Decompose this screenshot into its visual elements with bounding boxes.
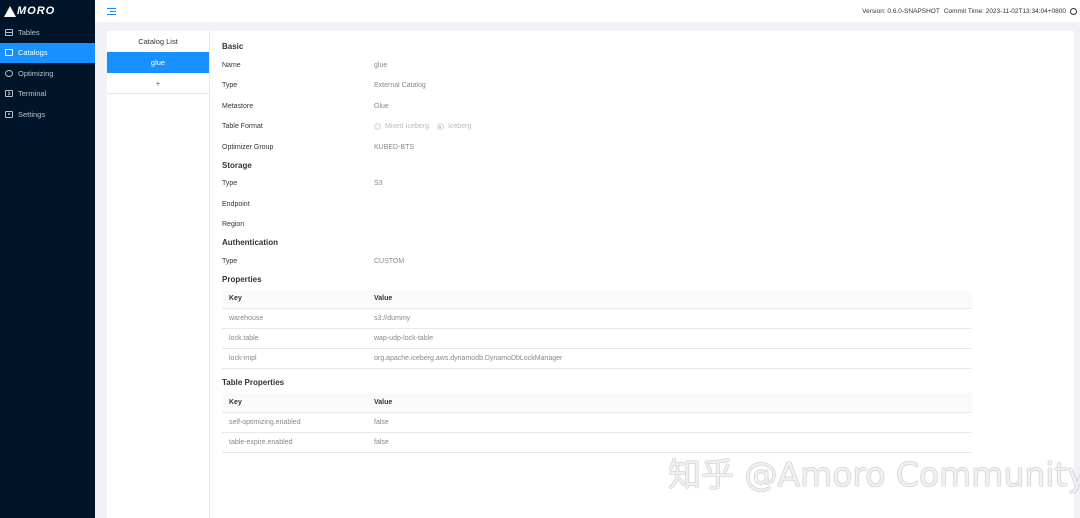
table-row: lock-impl org.apache.iceberg.aws.dynamod… bbox=[222, 348, 972, 369]
field-table-format: Table Format Mixed Iceberg Iceberg bbox=[222, 117, 982, 138]
property-key: lock.table bbox=[222, 328, 367, 349]
radio-label: Mixed Iceberg bbox=[385, 123, 429, 131]
catalog-list-title: Catalog List bbox=[138, 37, 178, 46]
sidebar-item-label: Tables bbox=[18, 27, 40, 37]
field-type: Type External Catalog bbox=[222, 76, 982, 97]
section-table-properties-title: Table Properties bbox=[222, 378, 285, 387]
table-icon bbox=[5, 28, 13, 36]
field-metastore: Metastore Glue bbox=[222, 96, 982, 117]
add-catalog-button[interactable]: + bbox=[107, 73, 209, 94]
catalog-list: Catalog List glue + bbox=[107, 31, 210, 518]
sidebar-item-label: Terminal bbox=[18, 89, 47, 98]
menu-fold-icon[interactable] bbox=[107, 7, 116, 15]
sidebar-item-label: Optimizing bbox=[18, 68, 54, 78]
property-value: false bbox=[367, 412, 972, 433]
logout-icon[interactable] bbox=[1070, 7, 1077, 15]
field-value: KUBED-BTS bbox=[374, 143, 415, 151]
column-header-key: Key bbox=[222, 289, 367, 309]
top-header: Version: 0.6.0-SNAPSHOT Commit Time: 202… bbox=[95, 0, 1080, 22]
field-auth-type: Type CUSTOM bbox=[222, 251, 982, 272]
properties-table: Key Value warehouse s3://dummy lock.tabl… bbox=[222, 289, 972, 369]
section-storage-title: Storage bbox=[222, 160, 252, 170]
property-key: table-expire.enabled bbox=[222, 432, 367, 453]
property-key: self-optimizing.enabled bbox=[222, 412, 367, 433]
field-value: External Catalog bbox=[374, 82, 426, 90]
field-label: Type bbox=[222, 257, 238, 265]
sidebar-item-optimizing[interactable]: Optimizing bbox=[0, 63, 95, 83]
radio-label: Iceberg bbox=[447, 123, 472, 131]
field-value: CUSTOM bbox=[374, 257, 405, 265]
sidebar-item-tables[interactable]: Tables bbox=[0, 22, 95, 42]
column-header-value: Value bbox=[367, 393, 972, 413]
field-value: Glue bbox=[374, 102, 389, 110]
field-label: Table Format bbox=[222, 123, 263, 131]
field-label: Endpoint bbox=[222, 200, 250, 208]
field-label: Type bbox=[222, 180, 238, 188]
table-header-row: Key Value bbox=[222, 289, 972, 309]
commit-time-text: Commit Time: 2023-11-02T13:34:04+0800 bbox=[943, 7, 1066, 15]
radio-iceberg[interactable] bbox=[436, 123, 444, 131]
field-optimizer-group: Optimizer Group KUBED-BTS bbox=[222, 137, 982, 158]
property-key: lock-impl bbox=[222, 348, 367, 369]
app-logo[interactable]: MORO bbox=[0, 0, 95, 22]
sidebar-item-label: Settings bbox=[18, 109, 46, 119]
watermark-text: 知乎 @Amoro Community bbox=[668, 455, 1080, 494]
field-storage-type: Type S3 bbox=[222, 174, 982, 195]
field-label: Region bbox=[222, 221, 245, 229]
terminal-icon bbox=[5, 90, 13, 97]
column-header-value: Value bbox=[367, 289, 972, 309]
section-basic-title: Basic bbox=[222, 42, 244, 51]
field-label: Type bbox=[222, 82, 238, 90]
field-endpoint: Endpoint bbox=[222, 194, 982, 215]
settings-icon bbox=[5, 110, 13, 118]
property-value: wap-udp-lock-table bbox=[367, 328, 972, 349]
field-label: Metastore bbox=[222, 102, 254, 110]
field-value: S3 bbox=[374, 180, 383, 188]
version-info: Version: 0.6.0-SNAPSHOT Commit Time: 202… bbox=[858, 7, 1077, 15]
sidebar-item-terminal[interactable]: Terminal bbox=[0, 84, 95, 104]
property-value: s3://dummy bbox=[367, 308, 972, 329]
table-row: self-optimizing.enabled false bbox=[222, 412, 972, 433]
field-label: Name bbox=[222, 61, 241, 69]
version-text: Version: 0.6.0-SNAPSHOT bbox=[862, 7, 940, 15]
table-format-radio-group: Mixed Iceberg Iceberg bbox=[374, 123, 479, 131]
field-value: glue bbox=[374, 61, 388, 69]
sidebar-item-catalogs[interactable]: Catalogs bbox=[0, 42, 95, 63]
sidebar-item-label: Catalogs bbox=[18, 48, 48, 57]
field-label: Optimizer Group bbox=[222, 143, 274, 151]
sidebar-item-settings[interactable]: Settings bbox=[0, 104, 95, 124]
table-row: warehouse s3://dummy bbox=[222, 308, 972, 329]
property-value: org.apache.iceberg.aws.dynamodb.DynamoDb… bbox=[367, 348, 972, 369]
table-properties-table: Key Value self-optimizing.enabled false … bbox=[222, 393, 972, 453]
table-header-row: Key Value bbox=[222, 393, 972, 413]
table-row: lock.table wap-udp-lock-table bbox=[222, 328, 972, 349]
optimizing-icon bbox=[5, 69, 13, 77]
section-properties-title: Properties bbox=[222, 274, 262, 284]
catalog-item-glue[interactable]: glue bbox=[107, 52, 209, 73]
catalog-content: Catalog List glue + Basic Name glue Type… bbox=[107, 31, 1074, 518]
column-header-key: Key bbox=[222, 393, 367, 413]
logo-icon bbox=[4, 5, 16, 17]
field-region: Region bbox=[222, 215, 982, 236]
logo-text: MORO bbox=[17, 5, 56, 17]
radio-mixed-iceberg[interactable] bbox=[374, 123, 381, 131]
catalog-icon bbox=[5, 49, 13, 56]
section-authentication-title: Authentication bbox=[222, 238, 278, 247]
property-key: warehouse bbox=[222, 308, 367, 329]
catalog-detail: Basic Name glue Type External Catalog Me… bbox=[222, 39, 982, 459]
sidebar: MORO Tables Catalogs Optimizing Terminal… bbox=[0, 0, 95, 518]
field-name: Name glue bbox=[222, 55, 982, 76]
